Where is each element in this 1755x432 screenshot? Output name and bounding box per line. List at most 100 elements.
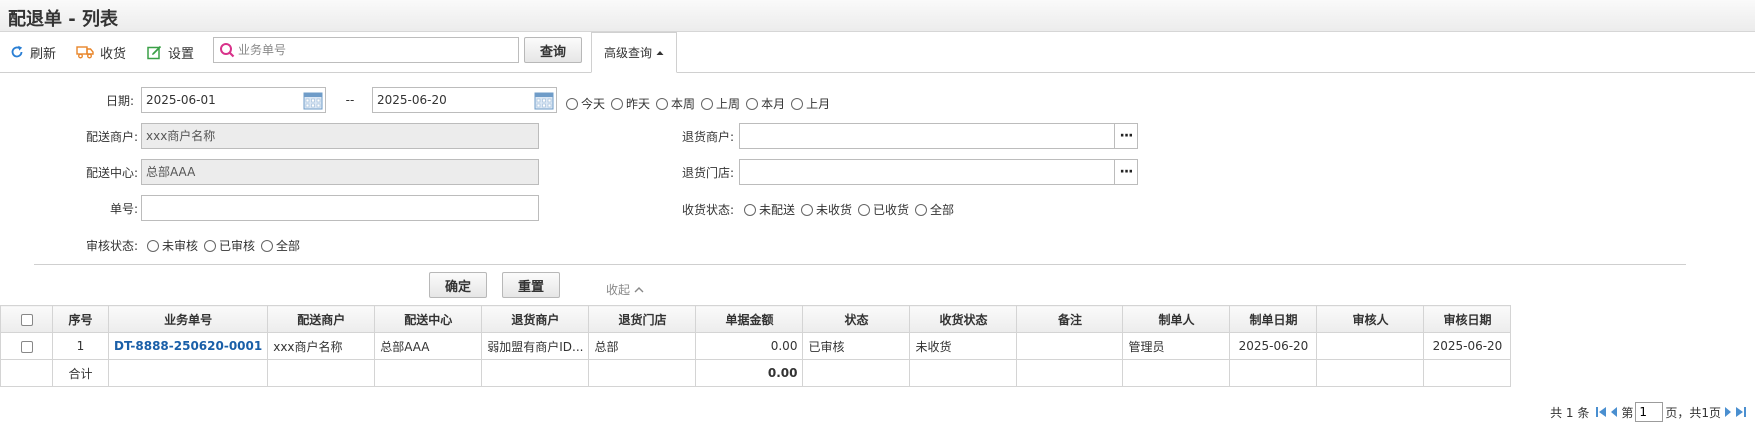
table-row[interactable]: 1 DT-8888-250620-0001 xxx商户名称 总部AAA 弱加盟有… — [0, 332, 1512, 360]
chevron-up-icon — [634, 287, 644, 293]
radio-label: 昨天 — [626, 97, 651, 111]
column-header[interactable]: 状态 — [802, 305, 911, 333]
reset-button[interactable]: 重置 — [502, 272, 560, 298]
radio-not-received[interactable]: 未收货 — [801, 201, 852, 218]
total-blank-cell — [1316, 359, 1425, 387]
total-blank-cell — [802, 359, 911, 387]
radio-label: 未审核 — [162, 239, 199, 253]
radio-not-delivered[interactable]: 未配送 — [744, 201, 795, 218]
column-header[interactable]: 审核日期 — [1423, 305, 1512, 333]
cell-create-date: 2025-06-20 — [1229, 332, 1318, 360]
refresh-label: 刷新 — [30, 46, 57, 62]
data-table: 序号 业务单号 配送商户 配送中心 退货商户 退货门店 单据金额 状态 收货状态… — [0, 305, 1512, 387]
radio-circle — [147, 239, 159, 252]
search-input[interactable] — [238, 40, 514, 60]
radio-today[interactable]: 今天 — [566, 95, 605, 112]
prev-page-icon[interactable] — [1609, 406, 1619, 418]
total-blank-cell — [0, 359, 53, 387]
radio-received[interactable]: 已收货 — [858, 201, 909, 218]
select-all-checkbox[interactable] — [20, 313, 33, 326]
radio-circle — [791, 97, 804, 110]
column-header[interactable]: 备注 — [1016, 305, 1124, 333]
cell-creator: 管理员 — [1122, 332, 1231, 360]
total-blank-cell — [481, 359, 590, 387]
bill-no-link[interactable]: DT-8888-250620-0001 — [114, 339, 262, 353]
advanced-query-tab[interactable]: 高级查询 — [591, 32, 677, 73]
next-page-icon[interactable] — [1723, 406, 1733, 418]
column-header[interactable]: 业务单号 — [107, 305, 269, 333]
receive-button[interactable]: 收货 — [76, 41, 126, 63]
advanced-query-label: 高级查询 — [603, 46, 652, 60]
date-from-value: 2025-06-01 — [146, 93, 216, 107]
date-label: 日期: — [105, 94, 134, 108]
date-from-field[interactable]: 2025-06-01 — [141, 87, 326, 113]
radio-last-month[interactable]: 上月 — [791, 95, 830, 112]
total-blank-cell — [1016, 359, 1124, 387]
date-quick-radio-group: 今天 昨天 本周 上周 本月 上月 — [566, 95, 836, 112]
column-header[interactable]: 单据金额 — [695, 305, 804, 333]
return-store-picker-button[interactable]: ··· — [1114, 159, 1138, 185]
column-header[interactable]: 制单日期 — [1229, 305, 1318, 333]
return-merchant-picker-button[interactable]: ··· — [1114, 123, 1138, 149]
total-blank-cell — [1229, 359, 1318, 387]
bill-no-field[interactable] — [141, 195, 539, 221]
merchant-label: 配送商户: — [85, 130, 138, 144]
radio-circle — [566, 97, 578, 110]
last-page-icon[interactable] — [1735, 406, 1747, 418]
radio-this-week[interactable]: 本周 — [656, 95, 695, 112]
radio-label: 全部 — [276, 239, 301, 253]
radio-last-week[interactable]: 上周 — [701, 95, 740, 112]
merchant-field: xxx商户名称 — [141, 123, 539, 149]
receive-status-radio-group: 未配送 未收货 已收货 全部 — [744, 201, 960, 218]
settings-label: 设置 — [168, 46, 195, 62]
radio-this-month[interactable]: 本月 — [746, 95, 785, 112]
page-number-input[interactable] — [1635, 402, 1664, 422]
collapse-toggle[interactable]: 收起 — [606, 281, 644, 298]
confirm-button[interactable]: 确定 — [429, 272, 487, 298]
column-header[interactable]: 退货商户 — [481, 305, 590, 333]
radio-yesterday[interactable]: 昨天 — [611, 95, 650, 112]
collapse-label: 收起 — [606, 283, 631, 297]
date-to-field[interactable]: 2025-06-20 — [372, 87, 557, 113]
column-header[interactable]: 退货门店 — [588, 305, 697, 333]
calendar-icon[interactable] — [303, 90, 323, 110]
column-header[interactable]: 序号 — [52, 305, 109, 333]
receive-label: 收货 — [100, 46, 127, 62]
column-header[interactable]: 制单人 — [1122, 305, 1231, 333]
audit-status-radio-group: 未审核 已审核 全部 — [147, 237, 306, 254]
radio-circle — [656, 97, 669, 110]
radio-not-audited[interactable]: 未审核 — [147, 237, 198, 254]
column-header[interactable]: 配送商户 — [267, 305, 376, 333]
return-merchant-field[interactable] — [739, 123, 1115, 149]
date-separator: -- — [345, 93, 355, 107]
row-checkbox[interactable] — [20, 340, 33, 353]
radio-circle — [204, 239, 217, 252]
settings-button[interactable]: 设置 — [147, 41, 194, 63]
cell-receive-status: 未收货 — [909, 332, 1018, 360]
bill-no-label: 单号: — [109, 202, 138, 216]
column-header[interactable]: 配送中心 — [374, 305, 483, 333]
radio-audited[interactable]: 已审核 — [204, 237, 255, 254]
radio-label: 已审核 — [219, 239, 256, 253]
cell-audit-date: 2025-06-20 — [1423, 332, 1512, 360]
cell-seq: 1 — [52, 332, 109, 360]
cell-auditor — [1316, 332, 1425, 360]
truck-icon — [76, 46, 94, 59]
first-page-icon[interactable] — [1595, 406, 1607, 418]
cell-status: 已审核 — [802, 332, 911, 360]
search-icon — [220, 43, 235, 58]
column-header[interactable]: 收货状态 — [909, 305, 1018, 333]
table-header-row: 序号 业务单号 配送商户 配送中心 退货商户 退货门店 单据金额 状态 收货状态… — [0, 305, 1512, 333]
query-button[interactable]: 查询 — [524, 37, 582, 63]
radio-all[interactable]: 全部 — [915, 201, 954, 218]
column-header[interactable]: 审核人 — [1316, 305, 1425, 333]
radio-label: 未配送 — [759, 203, 796, 217]
return-store-field[interactable] — [739, 159, 1115, 185]
total-blank-cell — [1122, 359, 1231, 387]
radio-circle — [611, 97, 624, 110]
calendar-icon[interactable] — [534, 90, 554, 110]
refresh-button[interactable]: 刷新 — [10, 41, 56, 63]
radio-audit-all[interactable]: 全部 — [261, 237, 300, 254]
ellipsis-icon: ··· — [1119, 128, 1134, 144]
radio-label: 本月 — [761, 97, 786, 111]
